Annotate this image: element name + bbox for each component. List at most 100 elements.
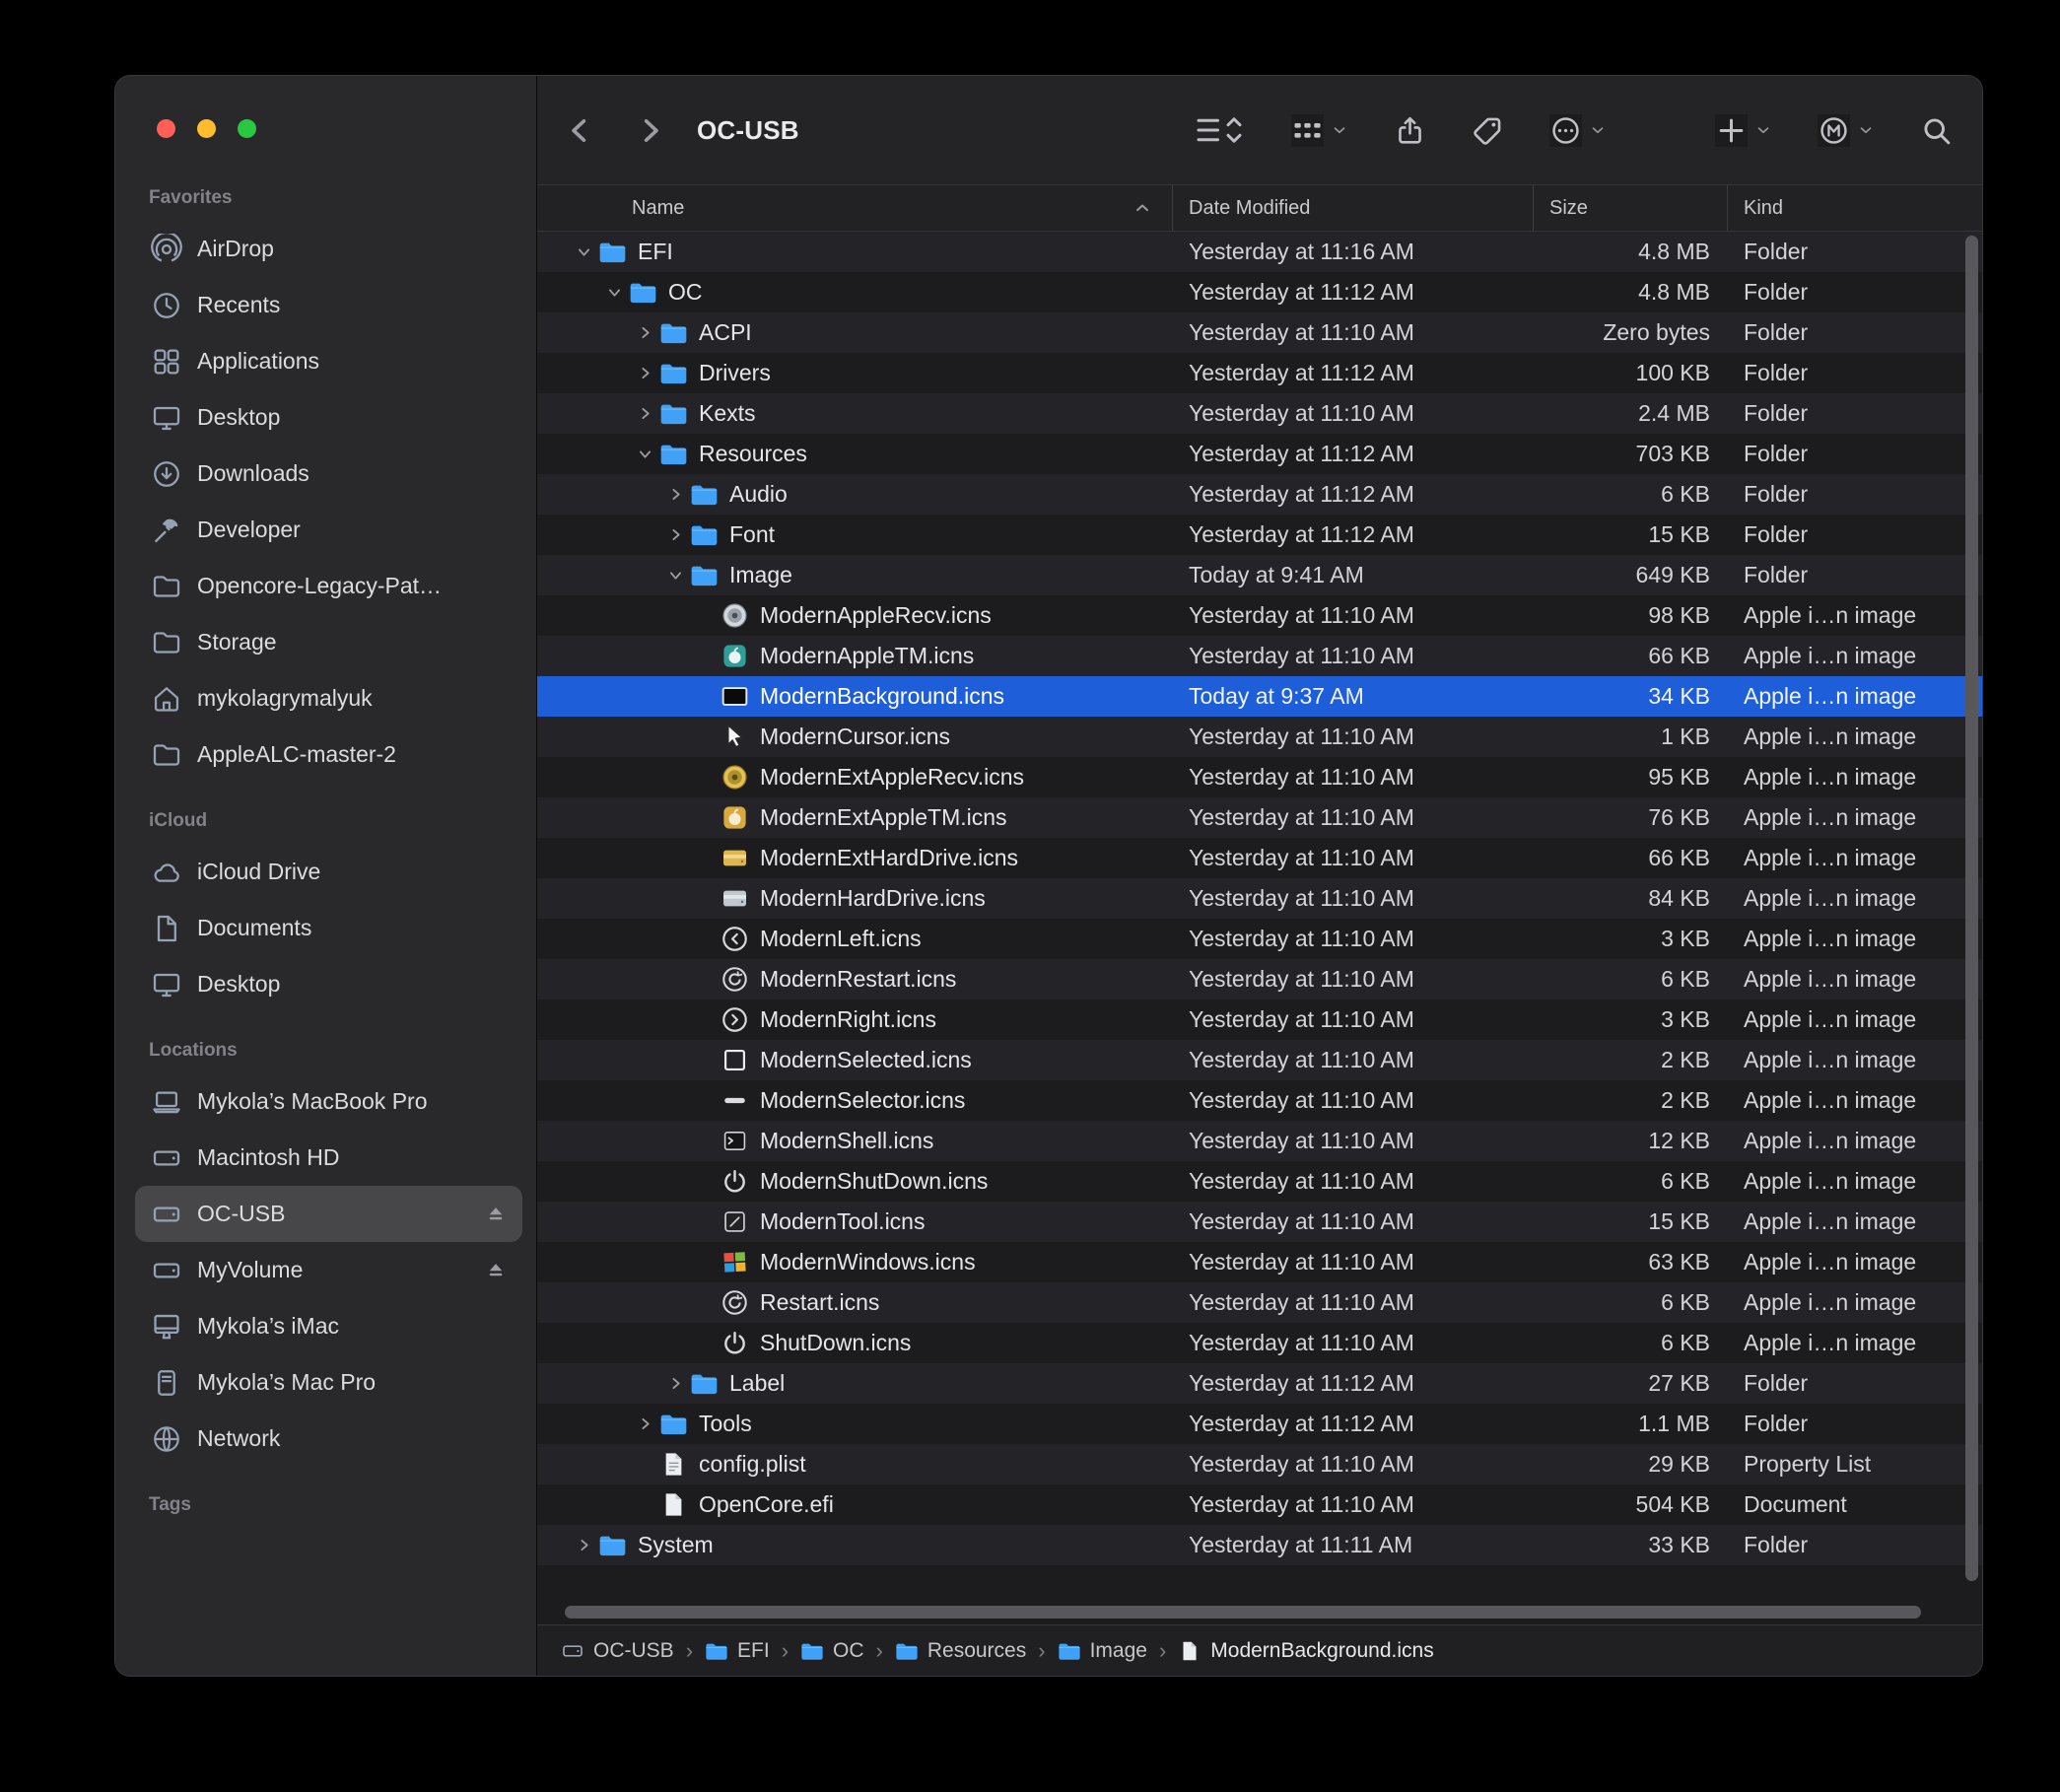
file-row-system[interactable]: SystemYesterday at 11:11 AM33 KBFolder: [537, 1525, 1982, 1565]
file-row-modernselected-icns[interactable]: ModernSelected.icnsYesterday at 11:10 AM…: [537, 1040, 1982, 1080]
file-row-efi[interactable]: EFIYesterday at 11:16 AM4.8 MBFolder: [537, 232, 1982, 272]
sidebar-item-mykola-s-imac[interactable]: Mykola’s iMac: [135, 1298, 522, 1354]
column-header-name[interactable]: Name: [537, 185, 1173, 231]
sidebar-item-desktop[interactable]: Desktop: [135, 956, 522, 1012]
disclosure-triangle-icon[interactable]: [662, 522, 688, 548]
column-header-kind[interactable]: Kind: [1728, 185, 1982, 231]
file-row-modernharddrive-icns[interactable]: ModernHardDrive.icnsYesterday at 11:10 A…: [537, 878, 1982, 919]
file-row-audio[interactable]: AudioYesterday at 11:12 AM6 KBFolder: [537, 474, 1982, 515]
sidebar-item-applications[interactable]: Applications: [135, 333, 522, 389]
zoom-button[interactable]: [238, 119, 256, 138]
vertical-scrollbar[interactable]: [1965, 236, 1978, 1581]
disclosure-triangle-icon[interactable]: [662, 482, 688, 508]
tags-button[interactable]: [1472, 114, 1504, 147]
disclosure-triangle-icon[interactable]: [662, 563, 688, 588]
path-item-oc-usb[interactable]: OC-USB: [561, 1639, 674, 1663]
kind-cell: Folder: [1728, 481, 1982, 508]
file-row-kexts[interactable]: KextsYesterday at 11:10 AM2.4 MBFolder: [537, 393, 1982, 434]
disclosure-triangle-icon[interactable]: [632, 401, 657, 427]
file-row-modernright-icns[interactable]: ModernRight.icnsYesterday at 11:10 AM3 K…: [537, 999, 1982, 1040]
disclosure-triangle-icon[interactable]: [662, 1371, 688, 1397]
file-row-modernextapplerecv-icns[interactable]: ModernExtAppleRecv.icnsYesterday at 11:1…: [537, 757, 1982, 797]
file-row-shutdown-icns[interactable]: ShutDown.icnsYesterday at 11:10 AM6 KBAp…: [537, 1323, 1982, 1363]
size-cell: 66 KB: [1534, 643, 1728, 669]
disclosure-triangle-icon[interactable]: [601, 280, 627, 306]
eject-icon[interactable]: [483, 1258, 509, 1283]
column-label-kind: Kind: [1744, 197, 1783, 220]
file-row-modernwindows-icns[interactable]: ModernWindows.icnsYesterday at 11:10 AM6…: [537, 1242, 1982, 1282]
file-row-oc[interactable]: OCYesterday at 11:12 AM4.8 MBFolder: [537, 272, 1982, 312]
disclosure-triangle-icon[interactable]: [632, 320, 657, 346]
file-row-label[interactable]: LabelYesterday at 11:12 AM27 KBFolder: [537, 1363, 1982, 1404]
file-row-modernshutdown-icns[interactable]: ModernShutDown.icnsYesterday at 11:10 AM…: [537, 1161, 1982, 1202]
path-item-image[interactable]: Image: [1058, 1639, 1147, 1663]
sidebar-item-network[interactable]: Network: [135, 1411, 522, 1467]
sidebar-item-label: Applications: [197, 348, 511, 375]
file-row-modernapplerecv-icns[interactable]: ModernAppleRecv.icnsYesterday at 11:10 A…: [537, 595, 1982, 636]
path-item-resources[interactable]: Resources: [895, 1639, 1026, 1663]
sidebar-item-developer[interactable]: Developer: [135, 502, 522, 558]
column-header-size[interactable]: Size: [1534, 185, 1728, 231]
sidebar-item-macintosh-hd[interactable]: Macintosh HD: [135, 1130, 522, 1186]
close-button[interactable]: [157, 119, 175, 138]
sidebar-item-airdrop[interactable]: AirDrop: [135, 221, 522, 277]
file-row-restart-icns[interactable]: Restart.icnsYesterday at 11:10 AM6 KBApp…: [537, 1282, 1982, 1323]
file-row-moderncursor-icns[interactable]: ModernCursor.icnsYesterday at 11:10 AM1 …: [537, 717, 1982, 757]
forward-button[interactable]: [635, 115, 665, 146]
file-row-config-plist[interactable]: config.plistYesterday at 11:10 AM29 KBPr…: [537, 1444, 1982, 1484]
file-row-tools[interactable]: ToolsYesterday at 11:12 AM1.1 MBFolder: [537, 1404, 1982, 1444]
file-row-modernbackground-icns[interactable]: ModernBackground.icnsToday at 9:37 AM34 …: [537, 676, 1982, 717]
view-options-button[interactable]: [1193, 112, 1246, 148]
file-row-modernappletm-icns[interactable]: ModernAppleTM.icnsYesterday at 11:10 AM6…: [537, 636, 1982, 676]
account-button[interactable]: [1818, 114, 1875, 147]
sidebar-item-applealc-master-2[interactable]: AppleALC-master-2: [135, 726, 522, 783]
sidebar-item-mykola-s-mac-pro[interactable]: Mykola’s Mac Pro: [135, 1354, 522, 1411]
path-item-oc[interactable]: OC: [800, 1639, 864, 1663]
minimize-button[interactable]: [197, 119, 216, 138]
sidebar-item-desktop[interactable]: Desktop: [135, 389, 522, 446]
sidebar-item-icloud-drive[interactable]: iCloud Drive: [135, 844, 522, 900]
main-panel: OC-USB: [537, 76, 1982, 1676]
disclosure-triangle-icon[interactable]: [632, 361, 657, 386]
column-header-date-modified[interactable]: Date Modified: [1173, 185, 1534, 231]
sidebar-item-opencore-legacy-pat[interactable]: Opencore-Legacy-Pat…: [135, 558, 522, 614]
file-row-modernleft-icns[interactable]: ModernLeft.icnsYesterday at 11:10 AM3 KB…: [537, 919, 1982, 959]
file-row-image[interactable]: ImageToday at 9:41 AM649 KBFolder: [537, 555, 1982, 595]
sidebar-item-oc-usb[interactable]: OC-USB: [135, 1186, 522, 1242]
file-row-modernextharddrive-icns[interactable]: ModernExtHardDrive.icnsYesterday at 11:1…: [537, 838, 1982, 878]
file-row-drivers[interactable]: DriversYesterday at 11:12 AM100 KBFolder: [537, 353, 1982, 393]
sidebar-item-recents[interactable]: Recents: [135, 277, 522, 333]
file-row-font[interactable]: FontYesterday at 11:12 AM15 KBFolder: [537, 515, 1982, 555]
file-row-opencore-efi[interactable]: OpenCore.efiYesterday at 11:10 AM504 KBD…: [537, 1484, 1982, 1525]
file-row-moderntool-icns[interactable]: ModernTool.icnsYesterday at 11:10 AM15 K…: [537, 1202, 1982, 1242]
horizontal-scrollbar[interactable]: [565, 1606, 1921, 1619]
file-row-modernrestart-icns[interactable]: ModernRestart.icnsYesterday at 11:10 AM6…: [537, 959, 1982, 999]
sidebar-item-documents[interactable]: Documents: [135, 900, 522, 956]
file-row-acpi[interactable]: ACPIYesterday at 11:10 AMZero bytesFolde…: [537, 312, 1982, 353]
back-button[interactable]: [565, 115, 595, 146]
sidebar-item-downloads[interactable]: Downloads: [135, 446, 522, 502]
sidebar-item-myvolume[interactable]: MyVolume: [135, 1242, 522, 1298]
sidebar-item-mykolagrymalyuk[interactable]: mykolagrymalyuk: [135, 670, 522, 726]
disclosure-triangle-icon[interactable]: [571, 1533, 596, 1558]
sidebar-item-storage[interactable]: Storage: [135, 614, 522, 670]
name-cell: OpenCore.efi: [537, 1490, 1173, 1519]
search-button[interactable]: [1920, 114, 1953, 147]
share-button[interactable]: [1394, 114, 1426, 147]
disclosure-triangle-icon[interactable]: [632, 442, 657, 467]
path-item-modernbackground-icns[interactable]: ModernBackground.icns: [1178, 1639, 1433, 1663]
eject-icon[interactable]: [483, 1202, 509, 1227]
path-item-efi[interactable]: EFI: [705, 1639, 770, 1663]
file-row-resources[interactable]: ResourcesYesterday at 11:12 AM703 KBFold…: [537, 434, 1982, 474]
file-row-modernshell-icns[interactable]: ModernShell.icnsYesterday at 11:10 AM12 …: [537, 1121, 1982, 1161]
more-actions-button[interactable]: [1549, 114, 1607, 147]
group-by-button[interactable]: [1291, 114, 1348, 147]
new-item-button[interactable]: [1715, 114, 1772, 147]
file-name: ModernWindows.icns: [760, 1249, 976, 1275]
sidebar-item-mykola-s-macbook-pro[interactable]: Mykola’s MacBook Pro: [135, 1073, 522, 1130]
disclosure-triangle-icon[interactable]: [632, 1412, 657, 1437]
file-row-modernselector-icns[interactable]: ModernSelector.icnsYesterday at 11:10 AM…: [537, 1080, 1982, 1121]
disclosure-triangle-icon[interactable]: [571, 240, 596, 265]
file-row-modernextappletm-icns[interactable]: ModernExtAppleTM.icnsYesterday at 11:10 …: [537, 797, 1982, 838]
file-name: Resources: [699, 441, 807, 467]
